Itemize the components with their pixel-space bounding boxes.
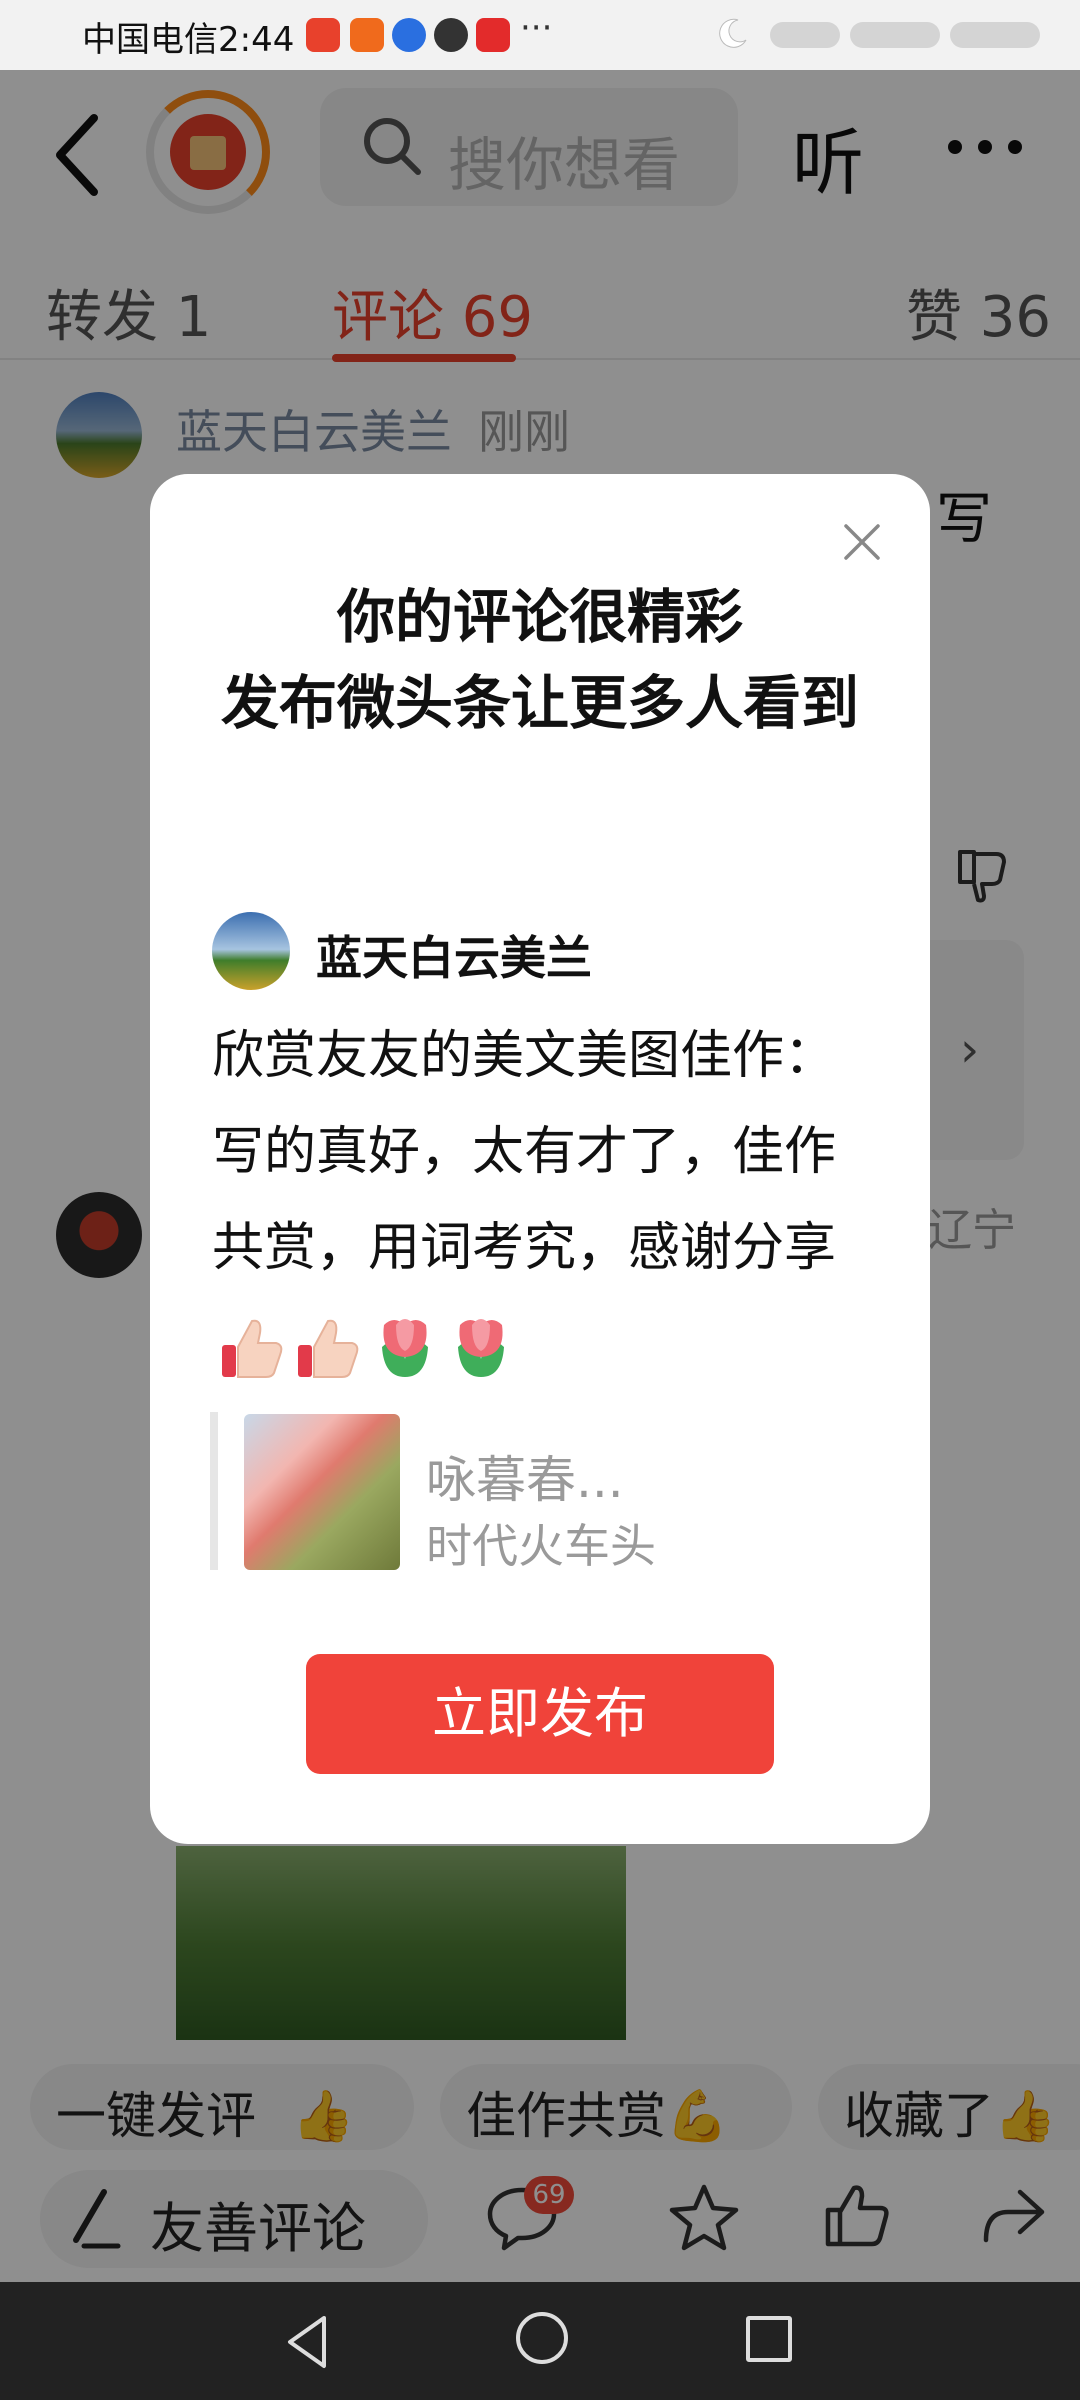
comment-text-body: 欣赏友友的美文美图佳作：写的真好，太有才了，佳作共赏，用词考究，感谢分享	[212, 1026, 837, 1278]
wifi-indicator	[850, 22, 940, 48]
publish-now-button[interactable]: 立即发布	[306, 1654, 774, 1774]
quote-bar	[210, 1412, 218, 1570]
battery-indicator	[950, 22, 1040, 48]
nav-home-icon[interactable]	[516, 2312, 568, 2364]
signal-indicator	[770, 22, 840, 48]
tulip-emoji-icon	[446, 1311, 516, 1383]
author-name: 蓝天白云美兰	[316, 931, 592, 985]
huawei-app-icon	[306, 18, 340, 52]
nav-back-icon[interactable]	[280, 2312, 336, 2372]
video-app-icon	[434, 18, 468, 52]
tulip-emoji-icon	[370, 1311, 440, 1383]
quoted-article-title: 咏暮春...	[426, 1451, 624, 1509]
comment-text: 欣赏友友的美文美图佳作：写的真好，太有才了，佳作共赏，用词考究，感谢分享	[212, 1008, 884, 1392]
dialog-title-line2: 发布微头条让更多人看到	[220, 669, 859, 737]
reader-app-icon	[476, 18, 510, 52]
dialog-title-line1: 你的评论很精彩	[336, 583, 743, 651]
thumbs-up-emoji-icon	[216, 1311, 288, 1383]
quoted-article-thumbnail	[244, 1414, 400, 1570]
dialog-title: 你的评论很精彩 发布微头条让更多人看到	[150, 574, 930, 746]
status-carrier-time: 中国电信2:44	[82, 20, 295, 60]
nav-recents-icon[interactable]	[746, 2316, 792, 2362]
close-icon[interactable]	[838, 518, 886, 566]
baidu-app-icon	[392, 18, 426, 52]
moon-icon	[719, 18, 747, 48]
quoted-article-source: 时代火车头	[426, 1519, 656, 1573]
thumbs-up-emoji-icon	[292, 1311, 364, 1383]
pinduoduo-app-icon	[350, 18, 384, 52]
status-more-icon: ···	[520, 8, 553, 48]
author-avatar	[212, 912, 290, 990]
